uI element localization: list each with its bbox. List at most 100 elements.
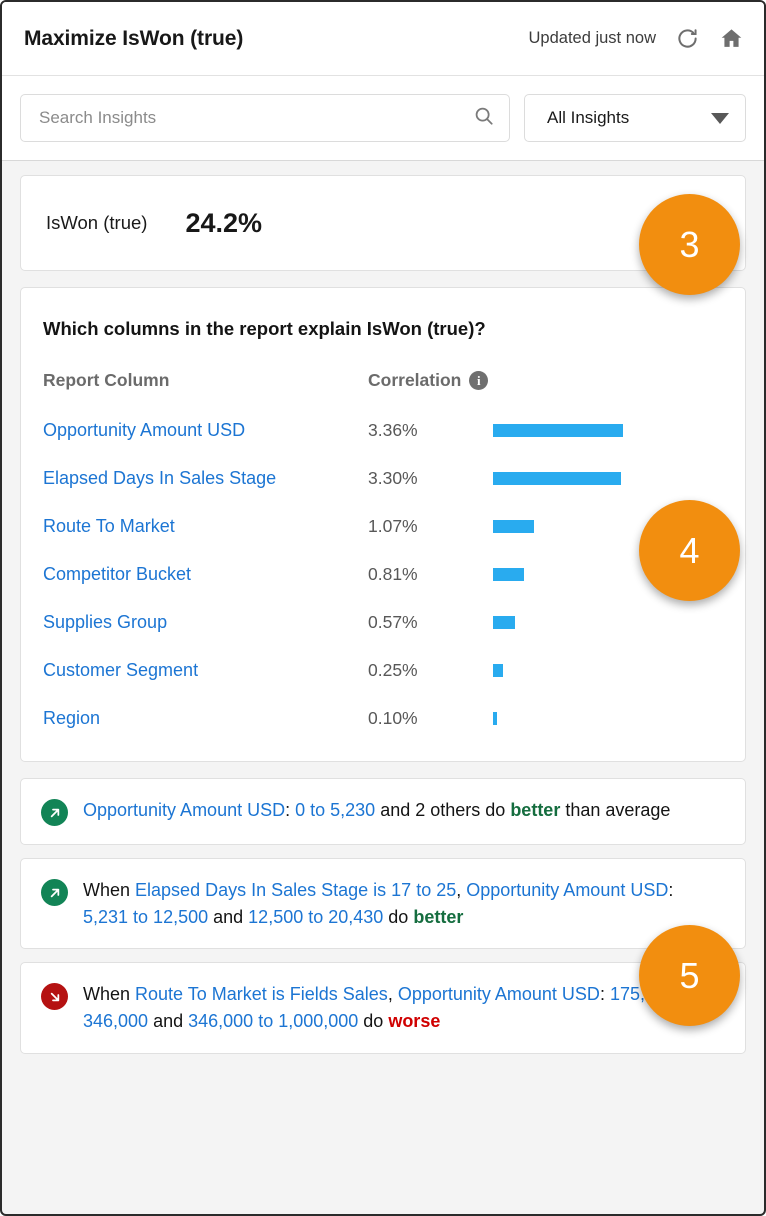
search-box[interactable]: [20, 94, 510, 142]
correlation-value-cell: 0.81%: [368, 564, 493, 612]
arrow-up-right-icon: [41, 879, 68, 906]
insights-list: Opportunity Amount USD: 0 to 5,230 and 2…: [20, 778, 746, 1054]
insights-filter-value: All Insights: [547, 108, 630, 127]
insight-plain-text: When: [83, 984, 136, 1005]
updated-status: Updated just now: [528, 29, 657, 47]
report-column-link[interactable]: Elapsed Days In Sales Stage: [43, 468, 276, 488]
correlation-value-cell: 3.36%: [368, 420, 493, 468]
home-icon[interactable]: [718, 26, 744, 52]
correlation-value-cell: 0.25%: [368, 660, 493, 708]
insight-plain-text: do: [383, 906, 414, 927]
insight-card[interactable]: When Route To Market is Fields Sales, Op…: [20, 962, 746, 1054]
insight-link[interactable]: 0 to 5,230: [295, 800, 375, 820]
insight-plain-text: :: [285, 800, 296, 820]
correlation-value: 3.36%: [368, 420, 418, 440]
insight-link[interactable]: 346,000 to 1,000,000: [188, 1011, 358, 1031]
correlation-bar-cell: [493, 660, 721, 708]
correlation-value: 0.57%: [368, 612, 418, 632]
header-report-column: Report Column: [43, 370, 170, 390]
correlation-bar: [493, 616, 515, 629]
insight-link[interactable]: 5,231 to 12,500: [83, 907, 208, 927]
header-actions: Updated just now: [529, 26, 745, 52]
summary-value: 24.2%: [185, 207, 262, 238]
summary-label: IsWon (true): [46, 212, 148, 233]
report-column-cell: Region: [43, 708, 368, 731]
correlation-value-cell: 0.10%: [368, 708, 493, 731]
table-row: Route To Market 1.07%: [43, 516, 721, 564]
info-icon[interactable]: i: [469, 371, 489, 390]
insight-link[interactable]: Route To Market is Fields Sales: [135, 984, 388, 1004]
insight-plain-text: and: [208, 906, 249, 927]
insight-card[interactable]: Opportunity Amount USD: 0 to 5,230 and 2…: [20, 778, 746, 845]
app-header: Maximize IsWon (true) Updated just now: [2, 2, 764, 76]
insight-link[interactable]: 12,500 to 20,430: [248, 907, 383, 927]
search-icon[interactable]: [473, 105, 495, 132]
correlation-question: Which columns in the report explain IsWo…: [43, 318, 486, 339]
header-correlation-label: Correlation: [368, 370, 462, 390]
insight-worse-label: worse: [388, 1010, 441, 1031]
insight-text: When Route To Market is Fields Sales, Op…: [83, 981, 723, 1034]
correlation-rows: Opportunity Amount USD 3.36% Elapsed Days …: [43, 420, 721, 731]
insights-filter-select[interactable]: All Insights: [524, 94, 746, 142]
report-column-cell: Elapsed Days In Sales Stage: [43, 468, 368, 516]
correlation-value: 0.10%: [368, 708, 418, 728]
correlation-bar: [493, 664, 503, 677]
search-input[interactable]: [37, 107, 473, 129]
insight-plain-text: and: [148, 1010, 189, 1031]
insight-link[interactable]: Opportunity Amount USD: [83, 800, 285, 820]
correlation-bar: [493, 424, 623, 437]
insight-plain-text: ,: [387, 984, 398, 1005]
insight-card[interactable]: When Elapsed Days In Sales Stage is 17 t…: [20, 858, 746, 950]
table-row: Customer Segment 0.25%: [43, 660, 721, 708]
correlation-bar: [493, 520, 534, 533]
insight-plain-text: :: [599, 984, 610, 1005]
step-badge-3: 3: [639, 194, 740, 295]
report-column-cell: Customer Segment: [43, 660, 368, 708]
insights-content: IsWon (true) 24.2% Which columns in the …: [2, 161, 764, 1054]
report-column-link[interactable]: Customer Segment: [43, 660, 198, 680]
filter-bar: All Insights: [2, 76, 764, 161]
table-row: Elapsed Days In Sales Stage 3.30%: [43, 468, 721, 516]
report-column-cell: Competitor Bucket: [43, 564, 368, 612]
report-column-link[interactable]: Supplies Group: [43, 612, 167, 632]
header-correlation: Correlation i: [368, 370, 493, 420]
insight-plain-text: do: [358, 1010, 389, 1031]
report-column-link[interactable]: Opportunity Amount USD: [43, 420, 245, 440]
insight-plain-text: and 2 others do: [375, 800, 511, 820]
correlation-value: 1.07%: [368, 516, 418, 536]
insight-text: Opportunity Amount USD: 0 to 5,230 and 2…: [83, 797, 670, 824]
table-row: Competitor Bucket 0.81%: [43, 564, 721, 612]
summary-card: IsWon (true) 24.2%: [20, 175, 746, 271]
correlation-value: 3.30%: [368, 468, 418, 488]
insight-link[interactable]: Elapsed Days In Sales Stage is 17 to 25: [135, 880, 456, 900]
step-badge-4: 4: [639, 500, 740, 601]
insight-plain-text: ,: [456, 880, 467, 900]
insight-plain-text: :: [668, 880, 674, 900]
report-column-link[interactable]: Route To Market: [43, 516, 175, 536]
report-column-cell: Opportunity Amount USD: [43, 420, 368, 468]
insight-link[interactable]: Opportunity Amount USD: [398, 984, 600, 1004]
table-row: Supplies Group 0.57%: [43, 612, 721, 660]
correlation-bar: [493, 568, 524, 581]
insight-plain-text: than average: [560, 800, 671, 820]
insight-plain-text: When: [83, 880, 136, 900]
correlation-value-cell: 0.57%: [368, 612, 493, 660]
report-column-cell: Route To Market: [43, 516, 368, 564]
correlation-bar: [493, 472, 621, 485]
refresh-icon[interactable]: [674, 26, 700, 52]
correlation-value-cell: 3.30%: [368, 468, 493, 516]
insight-better-label: better: [413, 906, 464, 927]
insight-link[interactable]: Opportunity Amount USD: [466, 880, 668, 900]
insight-better-label: better: [510, 800, 561, 820]
chevron-down-icon[interactable]: [711, 112, 729, 124]
report-column-link[interactable]: Region: [43, 708, 100, 728]
table-row: Opportunity Amount USD 3.36%: [43, 420, 721, 468]
step-badge-5: 5: [639, 925, 740, 1026]
correlation-card: Which columns in the report explain IsWo…: [20, 287, 746, 762]
report-column-link[interactable]: Competitor Bucket: [43, 564, 191, 584]
table-header-row: Report Column Correlation i: [43, 370, 721, 420]
correlation-bar-cell: [493, 708, 721, 731]
header-correlation-bar: [493, 370, 721, 420]
correlation-value-cell: 1.07%: [368, 516, 493, 564]
correlation-bar: [493, 712, 497, 725]
